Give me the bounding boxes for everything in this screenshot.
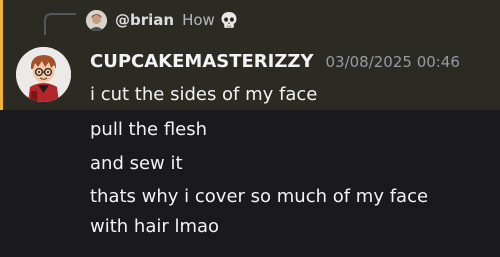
- chat-panel: @brian How CUPCAKEMASTERIZZY 03/08/2025 …: [0, 0, 500, 257]
- message-line: thats why i cover so much of my face: [90, 186, 429, 207]
- reply-connector-line: [44, 13, 76, 35]
- message-timestamp[interactable]: 03/08/2025 00:46: [325, 53, 459, 71]
- reply-preview[interactable]: @brian How: [86, 9, 238, 31]
- mention-bar: [0, 0, 3, 110]
- message-line: i cut the sides of my face: [90, 84, 318, 105]
- message-line: with hair lmao: [90, 216, 220, 237]
- author-name[interactable]: CUPCAKEMASTERIZZY: [90, 51, 313, 72]
- reply-text[interactable]: How: [182, 11, 215, 29]
- message-line: and sew it: [90, 153, 183, 174]
- reply-avatar[interactable]: [86, 9, 107, 31]
- skull-icon: [221, 12, 237, 28]
- author-avatar[interactable]: [16, 47, 71, 102]
- reply-username[interactable]: @brian: [115, 11, 174, 29]
- message-header: CUPCAKEMASTERIZZY 03/08/2025 00:46: [90, 51, 460, 72]
- message-line: pull the flesh: [90, 119, 208, 140]
